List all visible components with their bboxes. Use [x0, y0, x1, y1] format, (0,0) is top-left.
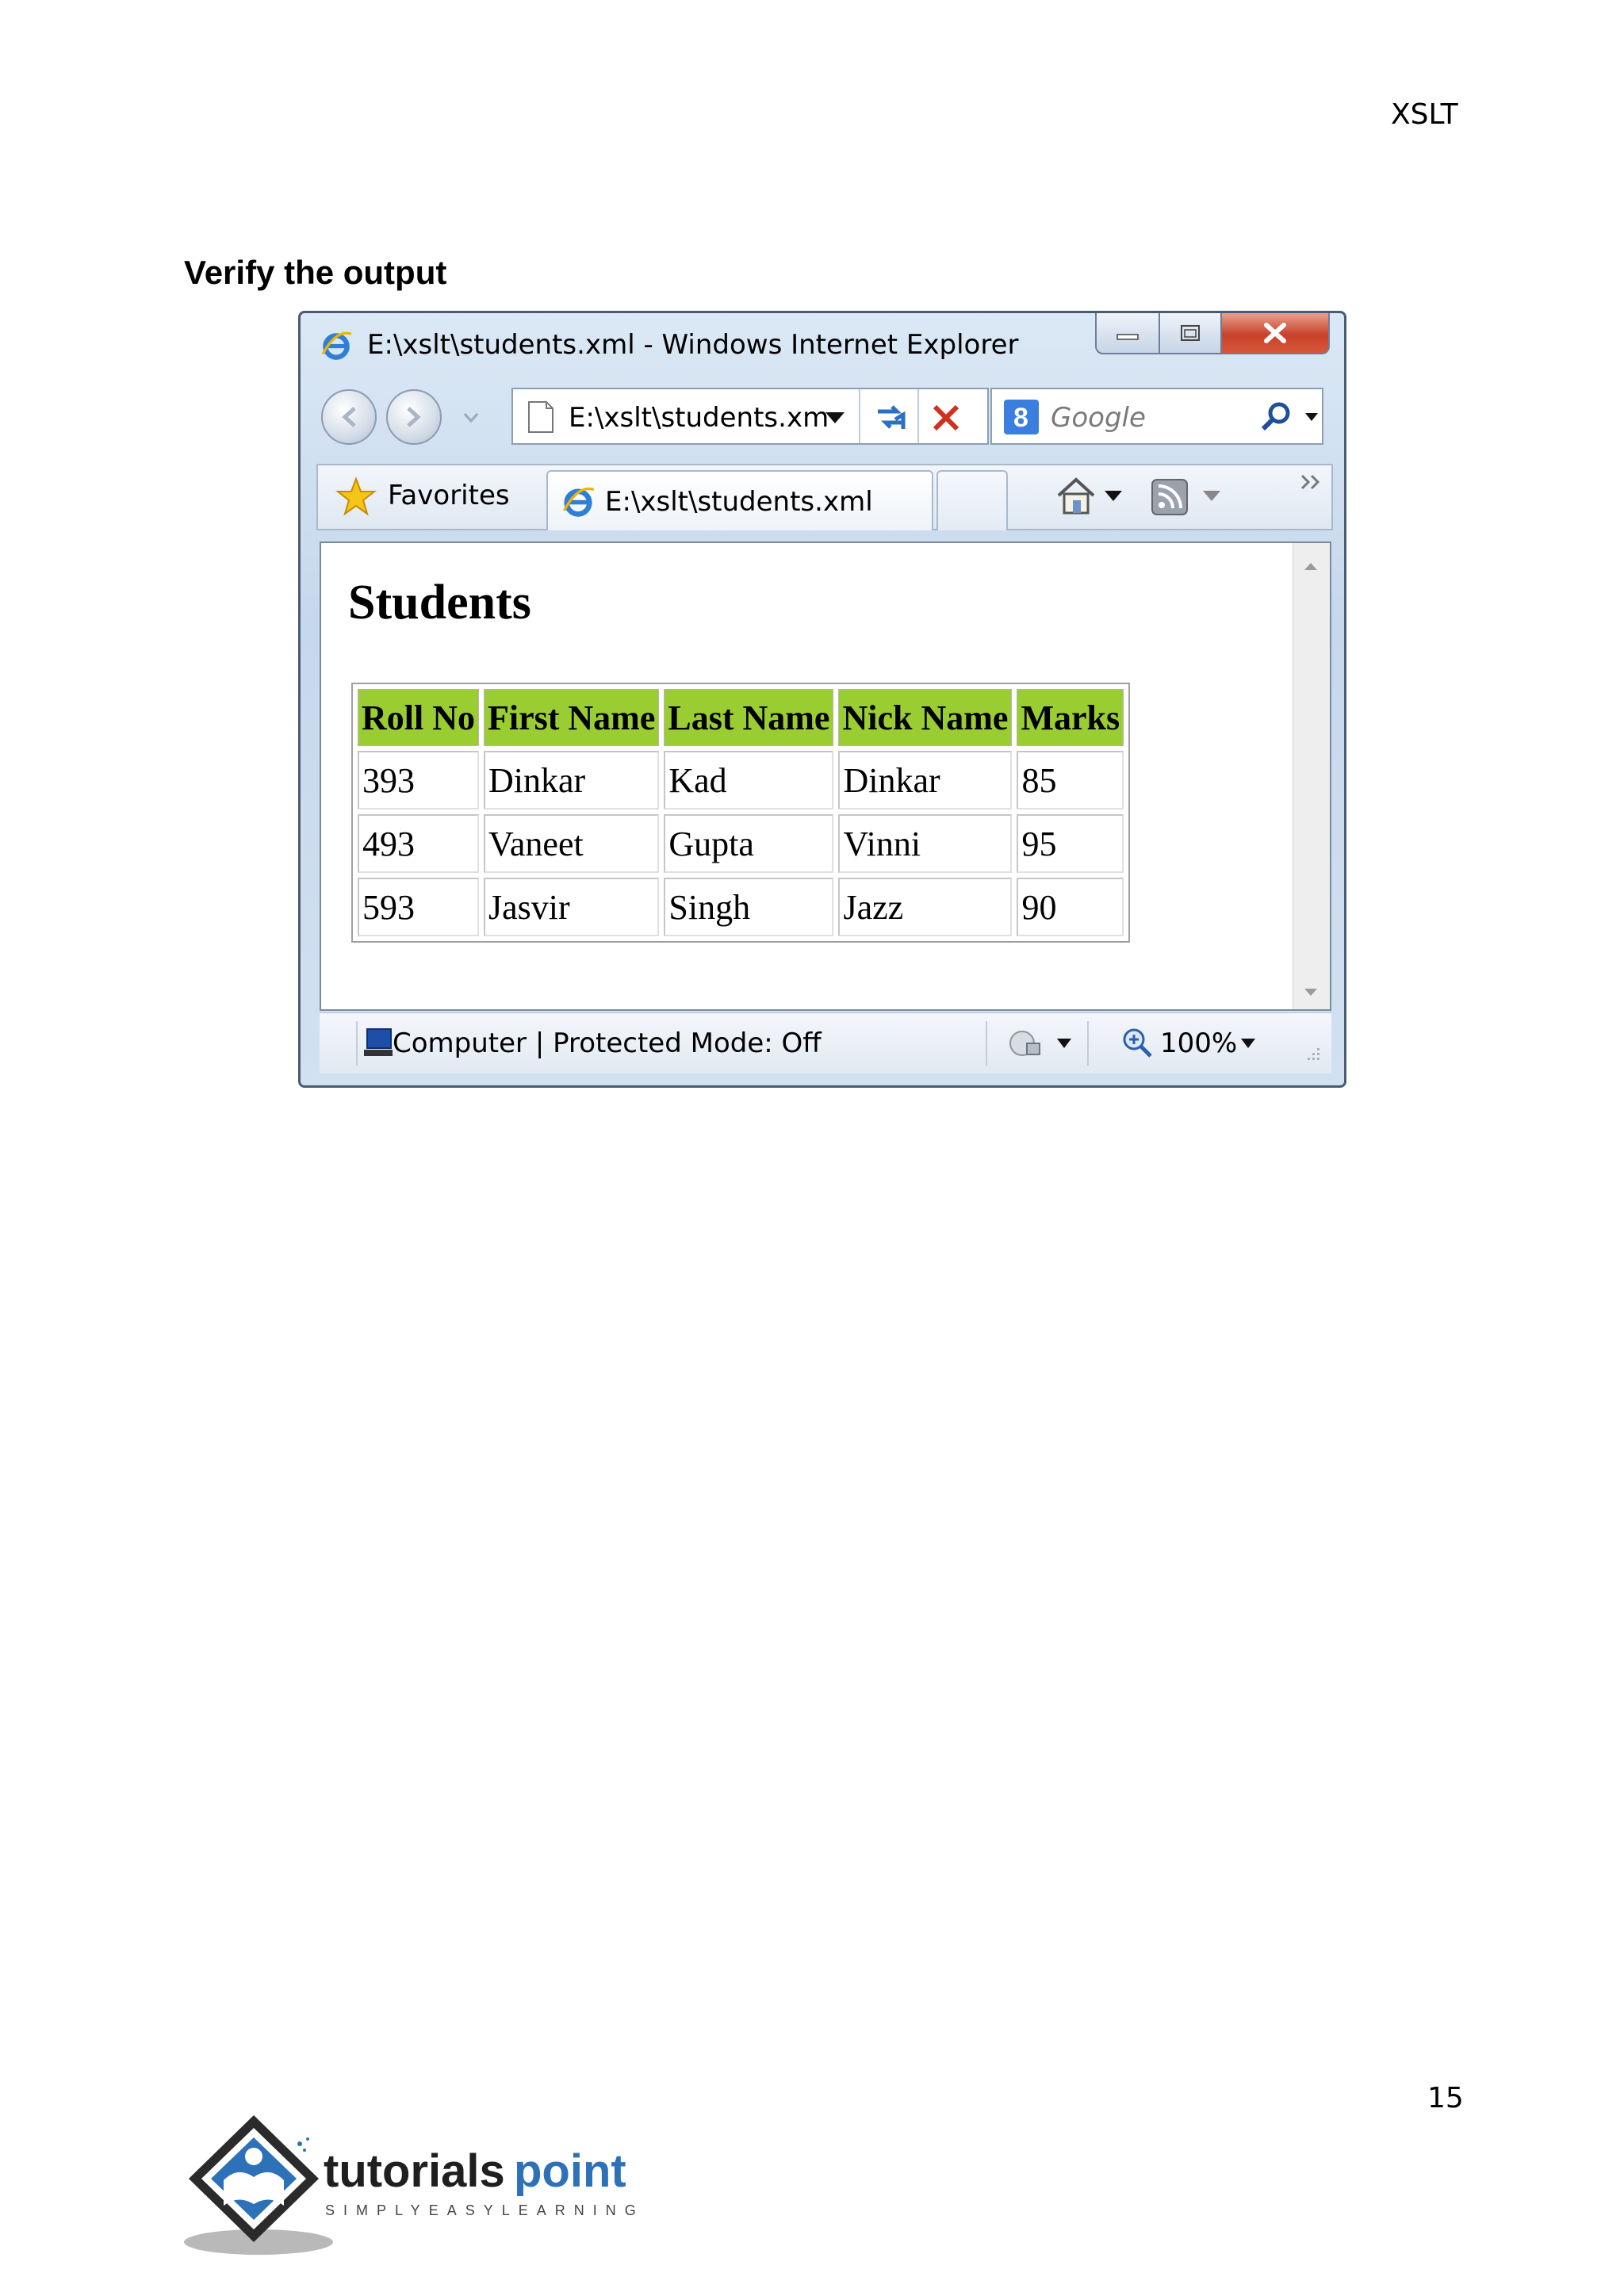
minimize-button[interactable]: [1095, 313, 1160, 354]
scroll-up-icon[interactable]: [1303, 561, 1319, 572]
back-button[interactable]: [321, 389, 377, 445]
table-row: 493 Vaneet Gupta Vinni 95: [358, 814, 1124, 873]
feeds-icon[interactable]: [1151, 478, 1189, 516]
address-text[interactable]: E:\xslt\students.xm: [569, 402, 829, 434]
table-row: 593 Jasvir Singh Jazz 90: [358, 878, 1124, 936]
table-cell: 90: [1017, 878, 1124, 936]
google-icon: 8: [1004, 400, 1039, 434]
table-cell: Singh: [664, 878, 834, 936]
tab-students-xml[interactable]: E:\xslt\students.xml: [546, 470, 933, 530]
restore-icon: [1181, 325, 1200, 341]
window-title: E:\xslt\students.xml - Windows Internet …: [367, 329, 1019, 361]
table-cell: Gupta: [664, 814, 834, 873]
table-cell: 85: [1017, 751, 1124, 809]
favorites-star-icon[interactable]: [335, 476, 377, 518]
table-cell: Kad: [664, 751, 834, 809]
table-cell: Jazz: [838, 878, 1013, 936]
column-header: First Name: [484, 689, 660, 746]
status-text: Computer | Protected Mode: Off: [393, 1027, 822, 1059]
page-number: 15: [1427, 2082, 1464, 2114]
status-bar: Computer | Protected Mode: Off 100%: [320, 1012, 1331, 1073]
scroll-down-icon[interactable]: [1303, 987, 1319, 998]
security-dropdown-icon[interactable]: [1055, 1037, 1073, 1050]
logo-sparkle-icon: [297, 2137, 309, 2152]
resize-grip-icon[interactable]: [1301, 1045, 1322, 1066]
search-options-icon[interactable]: [1304, 411, 1319, 423]
address-dropdown-icon[interactable]: [824, 410, 846, 426]
vertical-scrollbar[interactable]: [1293, 543, 1330, 1009]
table-row: 393 Dinkar Kad Dinkar 85: [358, 751, 1124, 809]
table-cell: Dinkar: [838, 751, 1013, 809]
column-header: Last Name: [664, 689, 834, 746]
computer-icon: [364, 1028, 393, 1056]
close-icon: [1264, 323, 1286, 343]
zoom-icon[interactable]: [1120, 1026, 1154, 1059]
new-tab-button[interactable]: [936, 470, 1008, 530]
table-cell: Jasvir: [484, 878, 660, 936]
page-content: Students Roll No First Name Last Name Ni…: [320, 541, 1331, 1011]
logo-tagline: SIMPLYEASYLEARNING: [325, 2202, 645, 2218]
tutorialspoint-logo: tutorials point SIMPLYEASYLEARNING: [184, 2115, 645, 2255]
document-heading: Students: [348, 576, 531, 629]
maximize-button[interactable]: [1160, 313, 1222, 354]
feeds-dropdown-icon[interactable]: [1201, 489, 1222, 503]
stop-icon[interactable]: [929, 400, 963, 435]
back-arrow-icon: [342, 407, 356, 427]
navigation-bar: E:\xslt\students.xm 8 Google: [301, 386, 1344, 450]
home-icon[interactable]: [1055, 476, 1097, 516]
column-header: Marks: [1017, 689, 1124, 746]
browser-window: E:\xslt\students.xml - Windows Internet …: [298, 311, 1346, 1088]
zoom-dropdown-icon[interactable]: [1239, 1037, 1257, 1050]
table-cell: 95: [1017, 814, 1124, 873]
page-header: XSLT: [1391, 98, 1458, 131]
title-bar[interactable]: E:\xslt\students.xml - Windows Internet …: [301, 313, 1344, 377]
refresh-icon[interactable]: [871, 397, 911, 437]
favorites-button[interactable]: Favorites: [388, 480, 510, 511]
more-chevron-icon[interactable]: [1300, 473, 1323, 491]
ie-tab-icon: [562, 487, 595, 517]
column-header: Nick Name: [838, 689, 1013, 746]
close-button[interactable]: [1222, 313, 1330, 354]
table-cell: 593: [358, 878, 479, 936]
table-cell: 393: [358, 751, 479, 809]
forward-button[interactable]: [386, 389, 442, 445]
column-header: Roll No: [358, 689, 479, 746]
security-globe-icon[interactable]: [1006, 1026, 1046, 1061]
address-bar[interactable]: E:\xslt\students.xm: [511, 388, 989, 445]
svg-text:8: 8: [1013, 403, 1028, 433]
search-input[interactable]: Google: [1051, 402, 1146, 434]
table-header-row: Roll No First Name Last Name Nick Name M…: [358, 689, 1124, 746]
page-icon: [528, 401, 553, 433]
home-dropdown-icon[interactable]: [1103, 489, 1124, 503]
tab-bar: Favorites E:\xslt\students.xml: [316, 464, 1333, 530]
ie-icon: [321, 331, 352, 360]
tab-label: E:\xslt\students.xml: [605, 486, 873, 518]
window-controls: [1095, 313, 1330, 358]
search-icon[interactable]: [1258, 399, 1293, 434]
search-box[interactable]: 8 Google: [990, 388, 1323, 445]
recent-pages-chevron-down-icon[interactable]: [462, 411, 480, 424]
table-cell: Dinkar: [484, 751, 660, 809]
table-cell: Vaneet: [484, 814, 660, 873]
table-cell: 493: [358, 814, 479, 873]
minimize-icon: [1116, 334, 1139, 340]
section-title: Verify the output: [184, 254, 447, 291]
zoom-level[interactable]: 100%: [1160, 1027, 1237, 1059]
table-cell: Vinni: [838, 814, 1013, 873]
logo-word-point: point: [514, 2145, 626, 2197]
students-table: Roll No First Name Last Name Nick Name M…: [351, 683, 1131, 943]
forward-arrow-icon: [407, 407, 421, 427]
logo-word-tutorials: tutorials: [324, 2145, 505, 2197]
